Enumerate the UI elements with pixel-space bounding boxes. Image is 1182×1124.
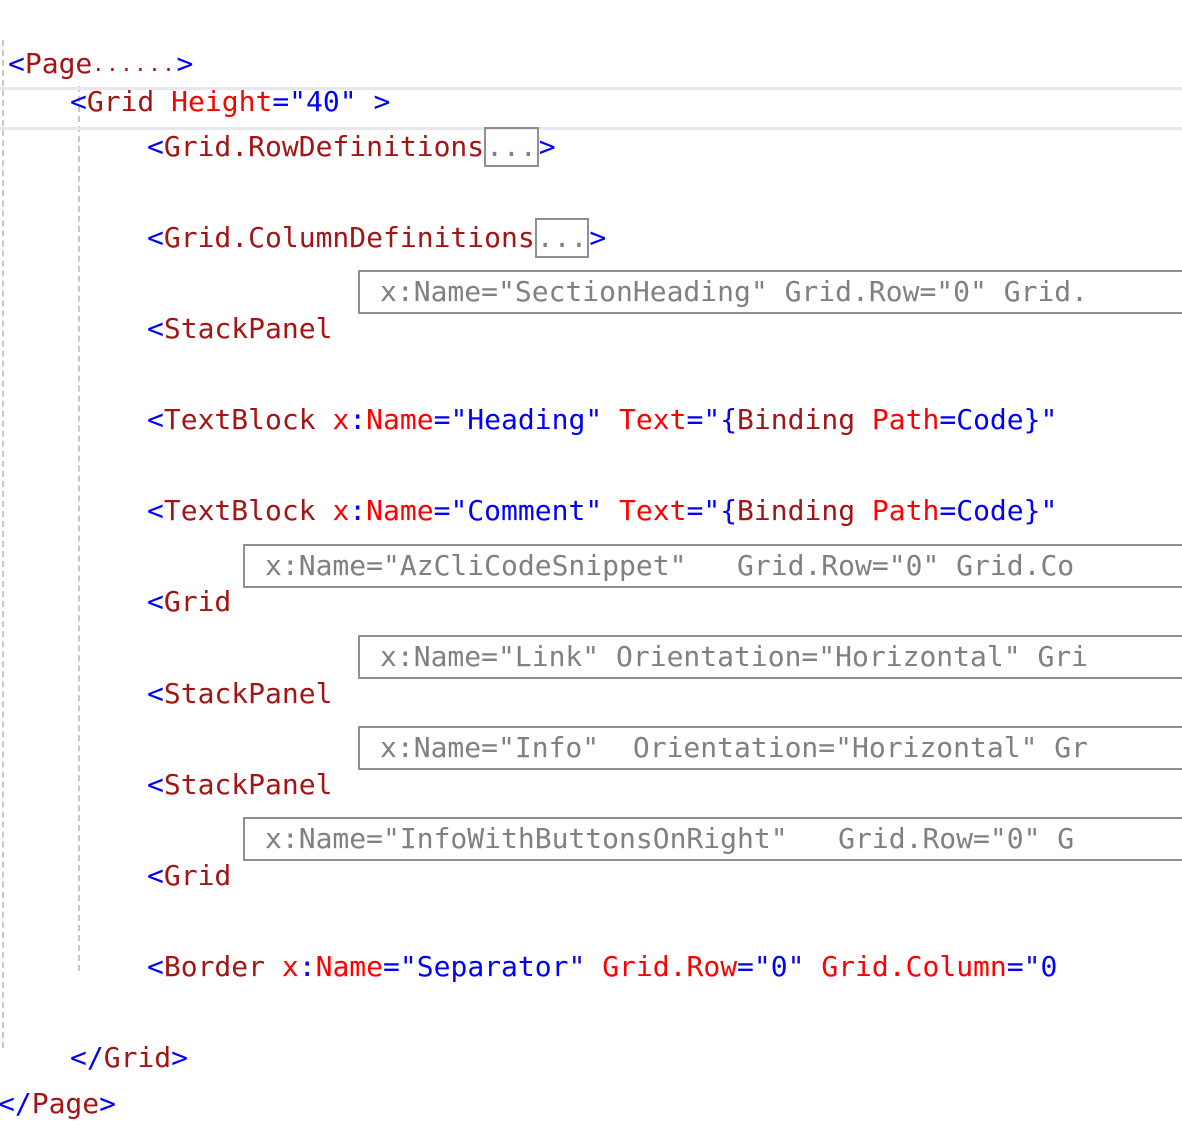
grid-info-with-buttons-tag[interactable]: <Grid [147,816,231,892]
page-open-tag[interactable]: <Page......> [8,4,193,80]
indent-guide-grid [78,86,80,971]
textblock-heading-tag[interactable]: <TextBlock x:Name="Heading" Text="{Bindi… [147,360,1057,436]
grid-open-tag[interactable]: <Grid Height="40" > [70,42,390,118]
row-definitions-fold-toggle[interactable]: ... [484,127,539,167]
column-definitions-tag[interactable]: <Grid.ColumnDefinitions...> [147,178,606,258]
grid-azcli-code-snippet-tag[interactable]: <Grid [147,542,231,618]
stackpanel-info-tag[interactable]: <StackPanel [147,725,332,801]
column-definitions-fold-toggle[interactable]: ... [534,218,590,258]
stackpanel-section-heading-tag[interactable]: <StackPanel [147,269,332,345]
collapsed-attributes-link[interactable]: x:Name="Link" Orientation="Horizontal" G… [358,635,1182,679]
border-separator-tag[interactable]: <Border x:Name="Separator" Grid.Row="0" … [147,907,1057,983]
textblock-comment-tag[interactable]: <TextBlock x:Name="Comment" Text="{Bindi… [147,451,1057,527]
row-definitions-tag[interactable]: <Grid.RowDefinitions...> [147,87,556,167]
grid-close-tag[interactable]: </Grid> [70,998,188,1074]
indent-guide-page [2,40,4,1048]
collapsed-attributes-section-heading[interactable]: x:Name="SectionHeading" Grid.Row="0" Gri… [358,270,1182,314]
page-close-tag[interactable]: </Page> [0,1044,116,1120]
collapsed-attributes-azcli-code-snippet[interactable]: x:Name="AzCliCodeSnippet" Grid.Row="0" G… [243,544,1182,588]
collapsed-attributes-info-with-buttons[interactable]: x:Name="InfoWithButtonsOnRight" Grid.Row… [243,817,1182,861]
collapsed-attributes-info[interactable]: x:Name="Info" Orientation="Horizontal" G… [358,726,1182,770]
stackpanel-link-tag[interactable]: <StackPanel [147,634,332,710]
